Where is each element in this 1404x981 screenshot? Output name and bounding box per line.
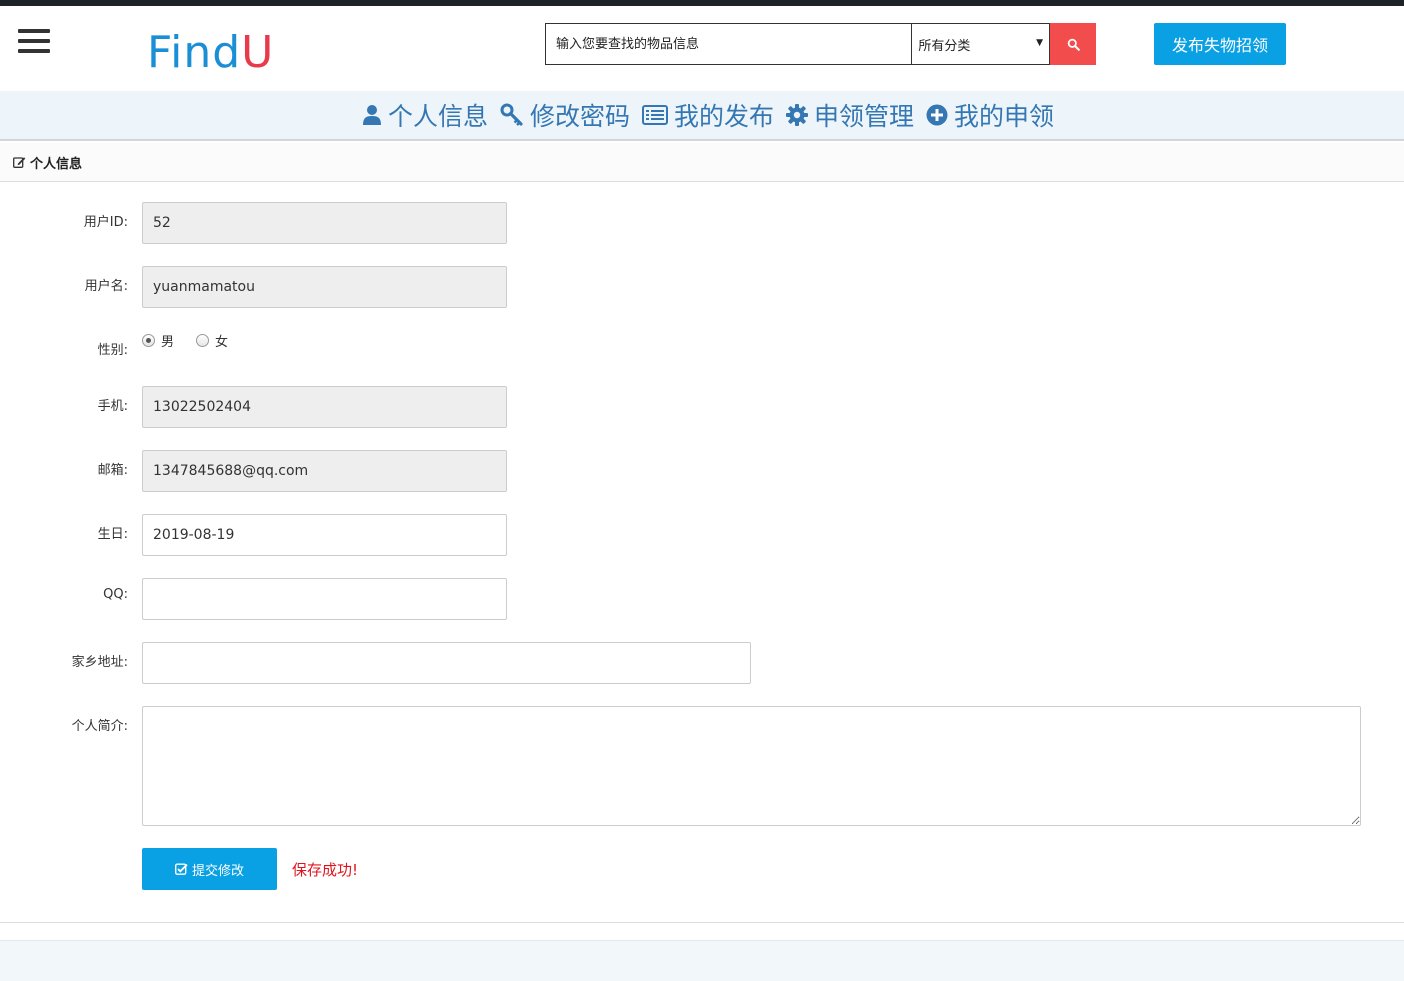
qq-label: QQ: <box>103 587 128 602</box>
category-select[interactable]: 所有分类 ▼ <box>911 23 1051 65</box>
search-bar: 所有分类 ▼ <box>545 23 1096 65</box>
email-field[interactable] <box>142 450 507 492</box>
user-icon <box>362 105 381 125</box>
bio-label: 个人简介: <box>71 719 128 734</box>
gender-male-label: 男 <box>161 335 175 350</box>
username-label: 用户名: <box>84 279 128 294</box>
logo-text-u: U <box>241 27 275 78</box>
user-nav: 个人信息 修改密码 我的发布 申领管理 我的申领 <box>0 91 1404 141</box>
hometown-field[interactable] <box>142 642 751 684</box>
gender-label: 性别: <box>97 343 128 358</box>
bio-textarea[interactable] <box>142 706 1361 826</box>
username-field[interactable] <box>142 266 507 308</box>
publish-lost-found-button[interactable]: 发布失物招领 <box>1154 23 1286 65</box>
nav-item-label: 个人信息 <box>387 102 488 131</box>
logo-text-find: Find <box>147 27 242 78</box>
user-id-label: 用户ID: <box>83 215 128 230</box>
gender-male-option[interactable]: 男 <box>142 331 174 350</box>
header: FindU 所有分类 ▼ 发布失物招领 <box>0 6 1404 91</box>
nav-item-profile[interactable]: 个人信息 <box>362 97 488 133</box>
nav-item-label: 修改密码 <box>529 102 630 131</box>
plus-circle-icon <box>926 104 948 126</box>
nav-item-change-password[interactable]: 修改密码 <box>500 97 630 133</box>
key-icon <box>500 103 523 126</box>
hometown-label: 家乡地址: <box>71 655 128 670</box>
footer-divider <box>0 922 1404 923</box>
footer <box>0 940 1404 981</box>
phone-label: 手机: <box>97 399 128 414</box>
gender-female-radio[interactable] <box>196 334 210 347</box>
check-square-icon <box>174 863 188 875</box>
birthday-label: 生日: <box>97 527 128 542</box>
nav-item-label: 我的发布 <box>673 102 774 131</box>
nav-item-label: 我的申领 <box>954 102 1055 131</box>
nav-item-my-claims[interactable]: 我的申领 <box>926 97 1054 133</box>
submit-button-label: 提交修改 <box>191 863 244 879</box>
section-header: 个人信息 <box>0 143 1404 182</box>
qq-field[interactable] <box>142 578 507 620</box>
gender-radio-group: 男 女 <box>142 331 250 350</box>
gender-female-option[interactable]: 女 <box>196 331 228 350</box>
nav-item-my-posts[interactable]: 我的发布 <box>641 97 774 133</box>
logo[interactable]: FindU <box>147 28 274 78</box>
dropdown-caret-icon: ▼ <box>1036 38 1044 48</box>
phone-field[interactable] <box>142 386 507 428</box>
nav-item-claim-management[interactable]: 申领管理 <box>786 97 914 133</box>
search-button[interactable] <box>1050 23 1096 65</box>
nav-item-label: 申领管理 <box>814 102 915 131</box>
search-icon <box>1067 38 1080 51</box>
menu-icon[interactable] <box>18 29 50 55</box>
section-title: 个人信息 <box>30 156 83 172</box>
edit-icon <box>13 157 26 168</box>
gear-icon <box>786 104 808 126</box>
birthday-field[interactable] <box>142 514 507 556</box>
user-id-field[interactable] <box>142 202 507 244</box>
category-selected-value: 所有分类 <box>918 38 971 54</box>
email-label: 邮箱: <box>97 463 128 478</box>
success-message: 保存成功! <box>292 861 359 879</box>
gender-male-radio[interactable] <box>142 334 155 347</box>
gender-female-label: 女 <box>215 335 229 350</box>
list-icon <box>641 105 668 125</box>
submit-button[interactable]: 提交修改 <box>142 848 277 890</box>
search-input[interactable] <box>545 23 912 65</box>
